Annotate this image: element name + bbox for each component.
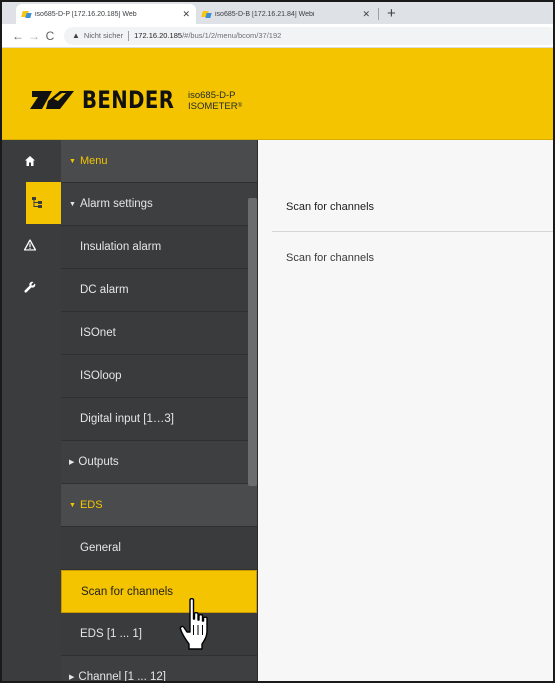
menu-item-dc-alarm[interactable]: DC alarm bbox=[61, 269, 257, 312]
page-title: Scan for channels bbox=[286, 201, 375, 213]
device-model: iso685-D-P bbox=[188, 90, 236, 101]
menu-item-label: Scan for channels bbox=[81, 585, 174, 598]
app-window: iso685-D-P [172.16.20.185] Web ✕ iso685-… bbox=[0, 0, 555, 683]
icon-rail bbox=[2, 140, 61, 681]
menu-item-digital-input[interactable]: Digital input [1…3] bbox=[61, 398, 257, 441]
menu-item-label: Alarm settings bbox=[79, 198, 153, 210]
rail-item-menu[interactable] bbox=[2, 182, 61, 224]
scan-for-channels-label: Scan for channels bbox=[286, 252, 375, 264]
menu-scrollbar[interactable] bbox=[248, 198, 257, 486]
menu-item-label: ISOnet bbox=[80, 327, 116, 339]
bender-favicon-icon bbox=[22, 10, 31, 19]
hand-pointer-cursor-icon bbox=[179, 598, 208, 650]
menu-item-label: General bbox=[80, 542, 121, 554]
browser-tab-1[interactable]: iso685-D-P [172.16.20.185] Web ✕ bbox=[16, 4, 196, 24]
menu-item-alarm-settings[interactable]: ▼ Alarm settings bbox=[61, 183, 257, 226]
menu-tree-icon bbox=[32, 197, 42, 208]
menu-item-isoloop[interactable]: ISOloop bbox=[61, 355, 257, 398]
menu-item-outputs[interactable]: ▶ Outputs bbox=[61, 441, 257, 484]
caret-right-icon: ▶ bbox=[69, 674, 75, 681]
close-icon[interactable]: ✕ bbox=[182, 9, 190, 20]
navigation-menu: ▼ Menu ▼ Alarm settings Insulation alarm… bbox=[61, 140, 258, 683]
menu-item-insulation-alarm[interactable]: Insulation alarm bbox=[61, 226, 257, 269]
alarm-warning-icon bbox=[24, 239, 36, 251]
tab-title: iso685-D-P [172.16.20.185] Web bbox=[35, 10, 137, 18]
menu-item-menu[interactable]: ▼ Menu bbox=[61, 140, 257, 183]
caret-down-icon: ▼ bbox=[69, 501, 76, 509]
menu-item-general[interactable]: General bbox=[61, 527, 257, 570]
address-bar[interactable]: ▲ Nicht sicher 172.16.20.185/#/bus/1/2/m… bbox=[64, 26, 553, 45]
browser-tab-2[interactable]: iso685-D-B [172.16.21.84] Webi ✕ bbox=[196, 4, 376, 24]
menu-item-label: EDS [1 ... 1] bbox=[80, 628, 142, 640]
menu-item-label: ISOloop bbox=[80, 370, 122, 382]
menu-item-eds-range[interactable]: EDS [1 ... 1] bbox=[61, 613, 257, 656]
device-name: iso685-D-P ISOMETER® bbox=[188, 90, 242, 112]
caret-right-icon: ▶ bbox=[69, 459, 75, 466]
menu-item-eds[interactable]: ▼ EDS bbox=[61, 484, 257, 527]
brand-name: BENDER bbox=[82, 86, 175, 114]
back-icon[interactable]: ← bbox=[10, 29, 26, 43]
content-panel: Scan for channels Scan for channels bbox=[258, 140, 553, 681]
reload-icon[interactable]: C bbox=[42, 29, 58, 43]
rail-item-tools[interactable] bbox=[2, 266, 61, 308]
rail-item-alarms[interactable] bbox=[2, 224, 61, 266]
caret-down-icon: ▼ bbox=[69, 200, 76, 208]
registered-mark: ® bbox=[237, 103, 243, 109]
device-type: ISOMETER bbox=[188, 101, 238, 112]
warning-icon[interactable]: ▲ bbox=[72, 31, 80, 40]
bender-logo-icon bbox=[30, 91, 74, 109]
menu-item-channel-range[interactable]: ▶ Channel [1 ... 12] bbox=[61, 656, 257, 683]
bender-logo[interactable]: BENDER bbox=[30, 86, 195, 114]
forward-icon[interactable]: → bbox=[26, 29, 42, 43]
browser-toolbar: ← → C ▲ Nicht sicher 172.16.20.185/#/bus… bbox=[2, 24, 553, 48]
close-icon[interactable]: ✕ bbox=[362, 9, 370, 20]
url-path[interactable]: /#/bus/1/2/menu/bcom/37/192 bbox=[182, 31, 281, 40]
url-host[interactable]: 172.16.20.185 bbox=[134, 31, 182, 40]
bender-favicon-icon bbox=[202, 10, 211, 19]
divider bbox=[272, 231, 553, 232]
security-label[interactable]: Nicht sicher bbox=[84, 31, 123, 40]
app-header: BENDER iso685-D-P ISOMETER® bbox=[2, 48, 553, 140]
menu-item-scan-for-channels[interactable]: Scan for channels bbox=[61, 570, 257, 613]
menu-item-isonet[interactable]: ISOnet bbox=[61, 312, 257, 355]
menu-item-label: Outputs bbox=[78, 456, 119, 468]
divider bbox=[128, 30, 130, 41]
menu-item-label: Digital input [1…3] bbox=[80, 413, 174, 425]
menu-item-label: Insulation alarm bbox=[80, 241, 162, 253]
menu-item-label: DC alarm bbox=[80, 284, 129, 296]
home-icon bbox=[25, 156, 35, 166]
rail-item-home[interactable] bbox=[2, 140, 61, 182]
menu-item-label: Menu bbox=[79, 155, 108, 167]
menu-item-label: EDS bbox=[79, 499, 103, 511]
tab-separator bbox=[378, 8, 379, 20]
wrench-icon bbox=[24, 281, 36, 293]
caret-down-icon: ▼ bbox=[69, 157, 76, 165]
menu-item-label: Channel [1 ... 12] bbox=[78, 671, 166, 683]
tab-title: iso685-D-B [172.16.21.84] Webi bbox=[215, 10, 315, 18]
new-tab-button[interactable]: + bbox=[387, 5, 396, 23]
browser-tab-strip: iso685-D-P [172.16.20.185] Web ✕ iso685-… bbox=[2, 2, 553, 24]
